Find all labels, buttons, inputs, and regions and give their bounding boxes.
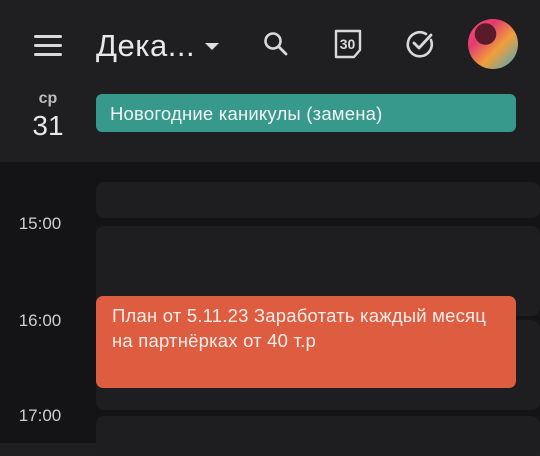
month-title: Дека... xyxy=(96,28,196,63)
today-day-number: 30 xyxy=(340,36,356,52)
all-day-event[interactable]: Новогодние каникулы (замена) xyxy=(96,94,516,132)
time-slot[interactable] xyxy=(96,182,540,218)
chevron-down-icon xyxy=(205,42,220,50)
top-app-bar: Дека... 30 xyxy=(0,0,540,88)
menu-icon[interactable] xyxy=(28,28,68,64)
avatar[interactable] xyxy=(468,19,518,69)
calendar-event[interactable]: План от 5.11.23 Заработать каждый месяц … xyxy=(96,296,516,388)
time-slot[interactable] xyxy=(96,416,540,456)
calendar-today-icon[interactable]: 30 xyxy=(328,24,368,64)
day-number: 31 xyxy=(32,110,64,141)
all-day-event-title: Новогодние каникулы (замена) xyxy=(110,103,383,124)
month-selector[interactable]: Дека... xyxy=(96,24,220,68)
event-title: План от 5.11.23 Заработать каждый месяц … xyxy=(112,305,487,351)
weekday-label: ср xyxy=(38,90,58,107)
tasks-check-icon[interactable] xyxy=(400,24,440,64)
date-header[interactable]: ср 31 xyxy=(18,90,78,142)
search-icon[interactable] xyxy=(256,24,296,64)
hour-label-15: 15:00 xyxy=(18,214,62,233)
hour-label-17: 17:00 xyxy=(18,406,62,425)
hour-label-16: 16:00 xyxy=(18,311,62,330)
